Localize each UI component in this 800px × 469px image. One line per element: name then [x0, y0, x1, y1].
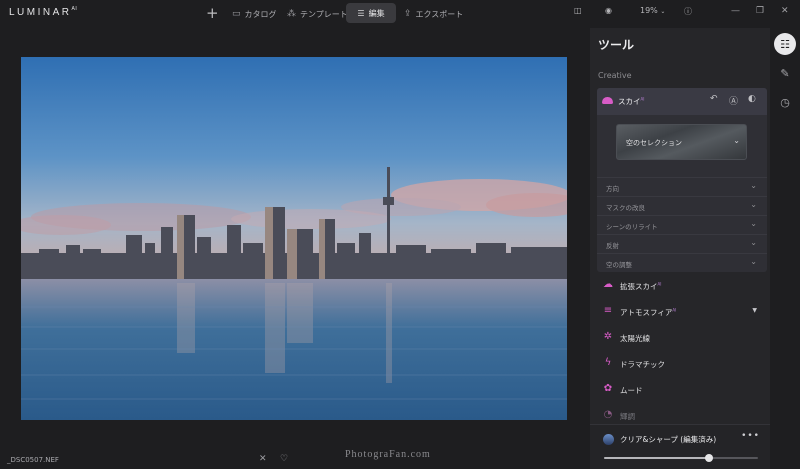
minimize-icon[interactable]: —	[731, 6, 740, 16]
close-icon[interactable]: ✕	[781, 6, 789, 16]
tool-label: ムード	[620, 386, 643, 395]
preset-thumbnail	[603, 434, 614, 445]
tool-label-text: アトモスフィア	[620, 308, 673, 317]
subsection-label: シーンのリライト	[606, 223, 658, 231]
logo-text: LUMINAR	[9, 7, 72, 18]
add-photos-button[interactable]: +	[206, 4, 219, 22]
section-title: Creative	[598, 71, 632, 80]
reject-icon[interactable]: ✕	[259, 454, 267, 464]
photo-canvas[interactable]	[21, 57, 567, 420]
sky-subsection-scene-relight[interactable]: シーンのリライト ⌄	[597, 215, 767, 234]
tools-panel: ツール Creative スカイAI ↶ Ⓐ ◐ 空のセレクション ⌄ 方向 ⌄…	[590, 28, 770, 469]
subsection-label: 空の調整	[606, 261, 632, 269]
heart-icon[interactable]: ♡	[280, 454, 288, 464]
share-icon: ⇪	[404, 9, 412, 19]
more-options-icon[interactable]: •••	[741, 431, 760, 441]
magic-wand-icon: ⁂	[287, 9, 296, 19]
sky-tool-label-sup: AI	[640, 96, 645, 102]
sky-subsection-reflection[interactable]: 反射 ⌄	[597, 234, 767, 253]
chevron-down-icon: ⌄	[750, 257, 757, 266]
tool-mood[interactable]: ✿ ムード	[597, 380, 767, 400]
filename: _DSC0507.NEF	[7, 456, 59, 464]
top-toolbar: LUMINARAI + ▭ カタログ ⁂ テンプレート ☰ 編集 ⇪ エクスポー…	[0, 0, 800, 28]
tool-label-text: 拡張スカイ	[620, 282, 658, 291]
edit-label: 編集	[368, 8, 385, 18]
subsection-label: 反射	[606, 242, 619, 250]
cloud-icon	[602, 97, 613, 104]
tool-toning[interactable]: ◔ 輝調	[597, 406, 767, 426]
chevron-down-icon: ⌄	[660, 8, 666, 15]
sky-selection-dropdown[interactable]: 空のセレクション ⌄	[616, 124, 747, 160]
subsection-label: マスクの改良	[606, 204, 645, 212]
sky-subsection-orientation[interactable]: 方向 ⌄	[597, 177, 767, 196]
chevron-down-icon: ⌄	[750, 200, 757, 209]
ai-badge-icon[interactable]: Ⓐ	[729, 94, 738, 107]
undo-icon[interactable]: ↶	[710, 94, 718, 104]
chevron-down-icon: ⌄	[750, 219, 757, 228]
tool-atmosphere[interactable]: ≡ アトモスフィアAI ▼	[597, 302, 767, 322]
lightning-icon: ϟ	[604, 357, 612, 368]
info-icon[interactable]: ⓘ	[684, 6, 692, 17]
tool-augmented-sky[interactable]: ☁ 拡張スカイAI	[597, 276, 767, 296]
export-tab[interactable]: ⇪ エクスポート	[404, 7, 463, 21]
watermark: PhotograFan.com	[345, 449, 431, 460]
chevron-down-icon: ⌄	[750, 238, 757, 247]
sky-subsection-mask-refinement[interactable]: マスクの改良 ⌄	[597, 196, 767, 215]
tool-sun-rays[interactable]: ✲ 太陽光線	[597, 328, 767, 348]
catalog-label: カタログ	[244, 9, 277, 19]
zoom-value: 19%	[640, 6, 658, 15]
sky-selection-label: 空のセレクション	[626, 139, 682, 147]
templates-tab[interactable]: ⁂ テンプレート	[287, 7, 348, 21]
sky-tool-label-text: スカイ	[618, 97, 641, 106]
tool-label: 輝調	[620, 412, 635, 421]
slider-handle[interactable]	[704, 454, 713, 462]
sliders-icon: ☰	[357, 8, 365, 18]
templates-label: テンプレート	[300, 9, 348, 19]
app-logo: LUMINARAI	[9, 6, 78, 18]
preset-label: クリア&シャープ (編集済み)	[620, 435, 717, 444]
preset-amount-slider[interactable]	[604, 454, 758, 462]
subsection-label: 方向	[606, 185, 619, 193]
chevron-down-icon: ⌄	[750, 181, 757, 190]
tone-icon: ◔	[603, 409, 613, 420]
cloud-icon: ☁	[603, 279, 613, 290]
catalog-tab[interactable]: ▭ カタログ	[232, 7, 277, 21]
zoom-level[interactable]: 19% ⌄	[640, 6, 665, 15]
mood-icon: ✿	[603, 383, 613, 394]
slider-fill	[604, 457, 709, 459]
tool-label-sup: AI	[657, 281, 662, 287]
panel-title: ツール	[598, 38, 635, 52]
export-label: エクスポート	[415, 9, 464, 19]
brush-icon[interactable]: ✎	[774, 62, 796, 84]
history-icon[interactable]: ◷	[774, 91, 796, 113]
chevron-down-icon: ⌄	[733, 136, 740, 145]
tool-label: 拡張スカイAI	[620, 281, 661, 292]
favorite-preset-bar: クリア&シャープ (編集済み) •••	[590, 424, 770, 469]
folder-icon: ▭	[232, 9, 241, 19]
eye-icon[interactable]: ◉	[605, 6, 612, 15]
sky-subsection-sky-adjust[interactable]: 空の調整 ⌄	[597, 253, 767, 272]
tool-label: 太陽光線	[620, 334, 650, 343]
sliders-icon[interactable]: ☷	[774, 33, 796, 55]
logo-sup: AI	[71, 6, 78, 12]
sky-tool-label: スカイAI	[618, 96, 644, 107]
sky-tool-card: スカイAI ↶ Ⓐ ◐ 空のセレクション ⌄ 方向 ⌄ マスクの改良 ⌄ シーン…	[597, 88, 767, 272]
sky-tool-header[interactable]: スカイAI ↶ Ⓐ ◐	[597, 88, 767, 115]
tool-label: ドラマチック	[620, 360, 665, 369]
caret-down-icon[interactable]: ▼	[752, 307, 757, 314]
tool-label: アトモスフィアAI	[620, 307, 676, 318]
compare-icon[interactable]: ◫	[574, 6, 582, 15]
tool-label-sup: AI	[672, 307, 677, 313]
edit-tab[interactable]: ☰ 編集	[346, 3, 396, 23]
layers-icon: ≡	[603, 305, 613, 316]
bottom-status-bar: _DSC0507.NEF ✕ ♡	[0, 451, 590, 469]
tool-dramatic[interactable]: ϟ ドラマチック	[597, 354, 767, 374]
skyline-photo	[21, 57, 567, 420]
sun-icon: ✲	[603, 331, 613, 342]
toggle-icon[interactable]: ◐	[748, 94, 756, 104]
restore-icon[interactable]: ❐	[756, 6, 764, 16]
right-rail: ☷ ✎ ◷	[770, 28, 800, 469]
